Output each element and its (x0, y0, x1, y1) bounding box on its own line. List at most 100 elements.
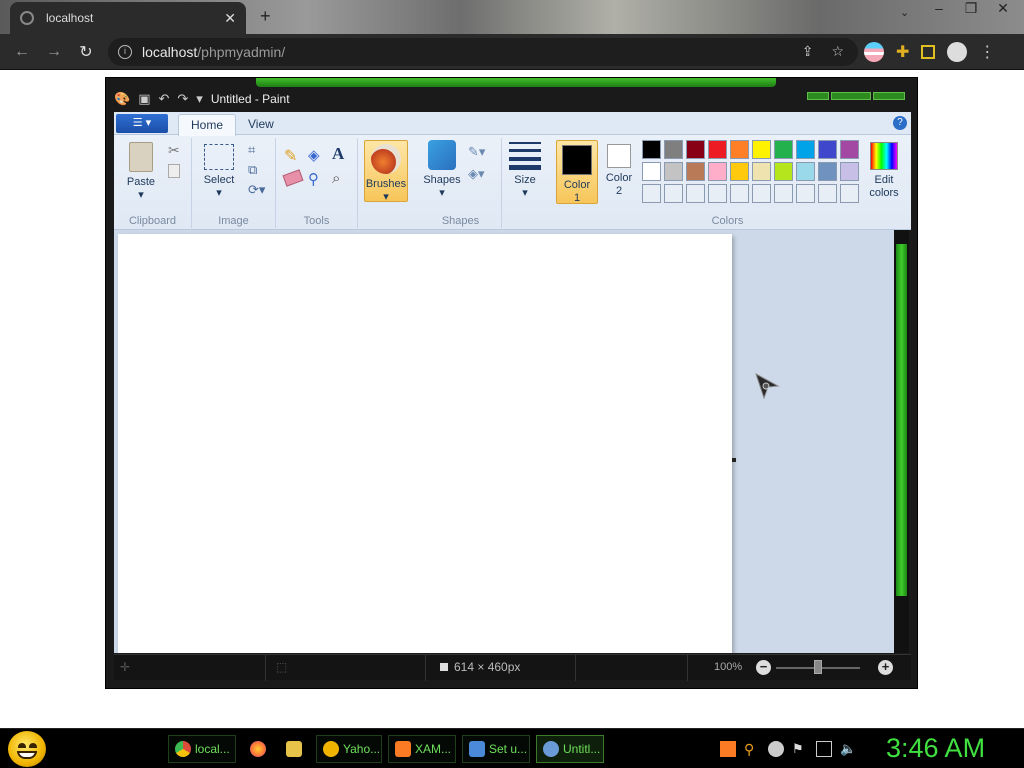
palette-swatch[interactable] (840, 140, 859, 159)
palette-swatch[interactable] (642, 140, 661, 159)
palette-swatch[interactable] (664, 140, 683, 159)
forward-button[interactable]: → (38, 43, 70, 61)
taskbar-item-yahoo[interactable]: Yaho... (316, 735, 382, 763)
edit-colors-button[interactable]: Edit colors (864, 142, 904, 200)
palette-swatch[interactable] (664, 162, 683, 181)
palette-swatch[interactable] (730, 162, 749, 181)
palette-swatch[interactable] (818, 184, 837, 203)
canvas-resize-handle[interactable] (732, 458, 736, 462)
palette-swatch[interactable] (730, 184, 749, 203)
crop-icon[interactable]: ⌗ (248, 142, 264, 158)
palette-swatch[interactable] (708, 184, 727, 203)
browser-tab[interactable]: localhost ✕ (10, 2, 246, 34)
pencil-icon[interactable]: ✎ (284, 146, 300, 165)
palette-swatch[interactable] (686, 140, 705, 159)
color-picker-icon[interactable]: ⚲ (308, 170, 324, 188)
menu-kebab-icon[interactable]: ⋮ (979, 42, 995, 62)
paste-button[interactable]: Paste ▾ (124, 142, 158, 202)
customize-quick-access-icon[interactable]: ▾ (196, 91, 203, 107)
rotate-icon[interactable]: ⟳▾ (248, 182, 272, 198)
site-info-icon[interactable]: i (118, 45, 132, 59)
minimize-button[interactable]: – (926, 0, 952, 18)
palette-swatch[interactable] (642, 162, 661, 181)
palette-swatch[interactable] (796, 184, 815, 203)
palette-swatch[interactable] (796, 140, 815, 159)
messenger-tray-icon[interactable] (768, 741, 784, 757)
palette-swatch[interactable] (774, 140, 793, 159)
resize-icon[interactable]: ⧉ (248, 162, 264, 178)
taskbar-item-firefox[interactable] (244, 735, 272, 763)
palette-swatch[interactable] (774, 184, 793, 203)
select-button[interactable]: Select ▾ (200, 144, 238, 200)
palette-swatch[interactable] (818, 140, 837, 159)
profile-flag-icon[interactable] (864, 42, 884, 62)
magnifier-icon[interactable]: ⌕ (332, 170, 348, 187)
palette-swatch[interactable] (752, 162, 771, 181)
sidebar-icon[interactable] (921, 45, 936, 59)
paint-app-icon[interactable]: 🎨 (114, 91, 130, 107)
taskbar-clock[interactable]: 3:46 AM (886, 733, 985, 764)
text-tool-icon[interactable]: A (332, 144, 348, 163)
brushes-button[interactable]: Brushes ▾ (364, 140, 408, 203)
restore-button[interactable]: ❐ (958, 0, 984, 18)
taskbar-item-chrome[interactable]: local... (168, 735, 236, 763)
palette-swatch[interactable] (686, 162, 705, 181)
tab-view[interactable]: View (236, 114, 286, 136)
profile-avatar-icon[interactable] (947, 42, 968, 62)
taskbar-item-setup[interactable]: Set u... (462, 735, 530, 763)
back-button[interactable]: ← (6, 43, 38, 61)
zoom-in-button[interactable]: + (878, 660, 893, 675)
palette-swatch[interactable] (840, 162, 859, 181)
palette-swatch[interactable] (642, 184, 661, 203)
taskbar-item-xampp[interactable]: XAM... (388, 735, 456, 763)
eraser-icon[interactable] (282, 169, 304, 187)
palette-swatch[interactable] (840, 184, 859, 203)
palette-swatch[interactable] (708, 162, 727, 181)
outline-icon[interactable]: ✎▾ (468, 144, 496, 160)
color2-button[interactable]: Color 2 (602, 144, 636, 198)
tab-search-icon[interactable]: ⌄ (900, 6, 909, 19)
bookmark-star-icon[interactable]: ☆ (831, 43, 844, 60)
palette-swatch[interactable] (818, 162, 837, 181)
start-button[interactable] (8, 731, 46, 767)
palette-swatch[interactable] (686, 184, 705, 203)
paint-minimize-button[interactable] (807, 92, 829, 100)
palette-swatch[interactable] (752, 184, 771, 203)
save-icon[interactable]: ▣ (138, 91, 150, 107)
search-tray-icon[interactable]: ⚲ (744, 741, 760, 757)
volume-icon[interactable]: 🔈 (840, 741, 856, 757)
palette-swatch[interactable] (752, 140, 771, 159)
help-icon[interactable]: ? (893, 116, 907, 130)
size-button[interactable]: Size ▾ (506, 142, 544, 200)
taskbar-item-explorer[interactable] (280, 735, 308, 763)
palette-swatch[interactable] (730, 140, 749, 159)
paint-close-button[interactable] (873, 92, 905, 100)
share-icon[interactable]: ⇪ (802, 43, 814, 60)
close-window-button[interactable]: ✕ (990, 0, 1016, 18)
shapes-button[interactable]: Shapes ▾ (422, 140, 462, 200)
vertical-scrollbar[interactable] (894, 230, 909, 653)
paint-menu-button[interactable]: ☰ ▾ (116, 114, 168, 133)
palette-swatch[interactable] (774, 162, 793, 181)
palette-swatch[interactable] (796, 162, 815, 181)
tab-home[interactable]: Home (178, 114, 237, 136)
address-bar[interactable]: i localhost/phpmyadmin/ ⇪ ☆ (108, 38, 858, 66)
cut-icon[interactable]: ✂ (168, 142, 184, 158)
zoom-slider-thumb[interactable] (814, 660, 822, 674)
zoom-out-button[interactable]: − (756, 660, 771, 675)
palette-swatch[interactable] (708, 140, 727, 159)
taskbar-item-paint[interactable]: Untitl... (536, 735, 604, 763)
network-icon[interactable] (816, 741, 832, 757)
extensions-puzzle-icon[interactable]: ✚ (896, 42, 909, 62)
copy-icon[interactable] (168, 164, 180, 178)
color1-button[interactable]: Color 1 (556, 140, 598, 204)
xampp-tray-icon[interactable] (720, 741, 736, 757)
reload-button[interactable]: ↻ (70, 42, 102, 62)
paint-maximize-button[interactable] (831, 92, 871, 100)
fill-bucket-icon[interactable]: ◈ (308, 146, 324, 164)
action-center-flag-icon[interactable]: ⚑ (792, 741, 808, 757)
scrollbar-thumb[interactable] (896, 244, 907, 596)
fill-icon[interactable]: ◈▾ (468, 166, 496, 182)
redo-icon[interactable]: ↷ (177, 91, 188, 107)
drawing-canvas[interactable] (118, 234, 732, 653)
